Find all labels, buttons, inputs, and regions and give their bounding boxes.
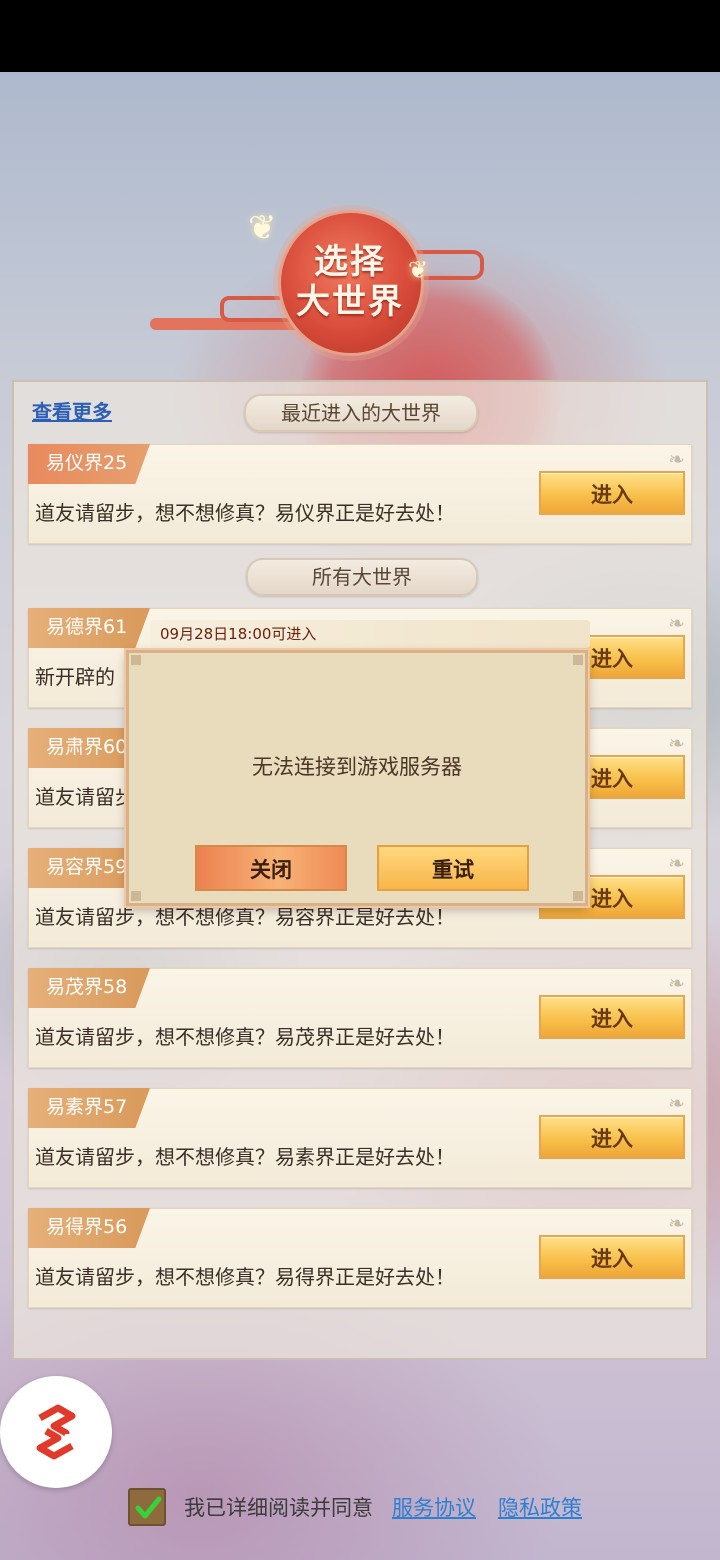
retry-button[interactable]: 重试: [377, 845, 529, 891]
privacy-policy-link[interactable]: 隐私政策: [498, 1492, 582, 1522]
butterfly-icon: ❦: [248, 208, 277, 248]
world-description: 道友请留步: [35, 785, 135, 809]
page-title: 选择 大世界: [290, 242, 410, 322]
corner-ornament-icon: ❧: [668, 611, 685, 635]
corner-ornament-icon: ❧: [668, 1091, 685, 1115]
corner-ornament-icon: ❧: [668, 731, 685, 755]
world-card: 易素界57 道友请留步，想不想修真？易素界正是好去处！ ❧ 进入: [28, 1088, 692, 1188]
connection-error-dialog: 无法连接到游戏服务器 关闭 重试: [126, 650, 588, 906]
corner-ornament-icon: ❧: [668, 1211, 685, 1235]
title-line-2: 大世界: [296, 282, 404, 322]
all-section-header: 所有大世界: [246, 558, 478, 596]
world-name-tag: 易德界61: [28, 608, 150, 648]
world-name-tag: 易仪界25: [28, 444, 150, 484]
world-description: 道友请留步，想不想修真？易茂界正是好去处！: [35, 1025, 455, 1049]
title-emblem: 选择 大世界 ❦ ❦: [150, 200, 490, 370]
dialog-corner-ornament: [131, 891, 141, 901]
app-logo-icon[interactable]: [0, 1376, 112, 1488]
checkmark-icon: [135, 1496, 162, 1519]
world-description: 道友请留步，想不想修真？易仪界正是好去处！: [35, 501, 455, 525]
view-more-link[interactable]: 查看更多: [32, 396, 112, 425]
recent-world-card: 易仪界25 道友请留步，想不想修真？易仪界正是好去处！ ❧ 进入: [28, 444, 692, 544]
status-bar: [0, 0, 720, 72]
dialog-corner-ornament: [131, 655, 141, 665]
enter-button[interactable]: 进入: [539, 471, 685, 515]
world-card: 易茂界58 道友请留步，想不想修真？易茂界正是好去处！ ❧ 进入: [28, 968, 692, 1068]
close-button[interactable]: 关闭: [195, 845, 347, 891]
recent-section-header: 最近进入的大世界: [244, 394, 478, 432]
enter-button[interactable]: 进入: [539, 995, 685, 1039]
service-agreement-link[interactable]: 服务协议: [392, 1492, 476, 1522]
dialog-corner-ornament: [573, 891, 583, 901]
corner-ornament-icon: ❧: [668, 447, 685, 471]
world-name-tag: 易得界56: [28, 1208, 150, 1248]
world-description: 道友请留步，想不想修真？易得界正是好去处！: [35, 1265, 455, 1289]
world-description: 道友请留步，想不想修真？易素界正是好去处！: [35, 1145, 455, 1169]
corner-ornament-icon: ❧: [668, 971, 685, 995]
world-name-tag: 易素界57: [28, 1088, 150, 1128]
agreement-text: 我已详细阅读并同意: [184, 1496, 373, 1520]
world-name-tag: 易茂界58: [28, 968, 150, 1008]
title-line-1: 选择: [314, 242, 386, 282]
corner-ornament-icon: ❧: [668, 851, 685, 875]
butterfly-icon: ❦: [408, 256, 429, 284]
world-description: 新开辟的: [35, 665, 115, 689]
enter-button[interactable]: 进入: [539, 1235, 685, 1279]
agree-checkbox[interactable]: [128, 1488, 166, 1526]
world-card: 易得界56 道友请留步，想不想修真？易得界正是好去处！ ❧ 进入: [28, 1208, 692, 1308]
open-time-notice: 09月28日18:00可进入: [150, 620, 590, 648]
dialog-message: 无法连接到游戏服务器: [252, 755, 462, 779]
dialog-corner-ornament: [573, 655, 583, 665]
enter-button[interactable]: 进入: [539, 1115, 685, 1159]
